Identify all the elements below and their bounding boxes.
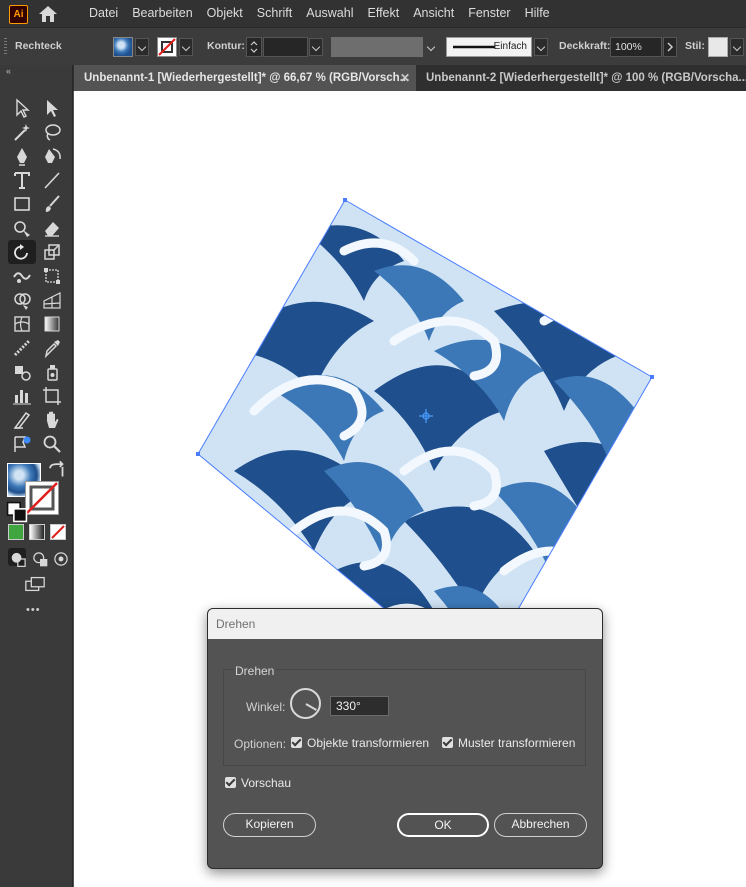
rectangle-tool-icon[interactable]	[11, 193, 33, 215]
scale-tool-icon[interactable]	[41, 241, 63, 263]
stroke-swatch[interactable]	[157, 37, 177, 57]
fill-dropdown[interactable]	[135, 38, 149, 56]
default-fill-stroke-icon[interactable]	[6, 501, 28, 523]
control-bar: Rechteck Kontur: Einfach Deckkraft: 100%…	[0, 27, 746, 67]
perspective-grid-tool-icon[interactable]	[41, 289, 63, 311]
lasso-tool-icon[interactable]	[41, 121, 63, 143]
opacity-input[interactable]: 100%	[610, 37, 662, 57]
close-icon[interactable]: ✕	[400, 65, 410, 91]
none-mode-icon[interactable]	[50, 524, 66, 540]
transform-patterns-checkbox[interactable]	[442, 737, 453, 748]
menu-datei[interactable]: Datei	[82, 0, 125, 27]
stroke-color-swatch[interactable]	[25, 481, 59, 515]
mesh-tool-icon[interactable]	[11, 313, 33, 335]
blend-tool-icon[interactable]	[11, 337, 33, 359]
copy-button[interactable]: Kopieren	[223, 813, 316, 837]
menu-bar: Ai Datei Bearbeiten Objekt Schrift Auswa…	[0, 0, 746, 27]
paintbrush-tool-icon[interactable]	[41, 193, 63, 215]
fill-swatch[interactable]	[113, 37, 133, 57]
style-label: Stil:	[685, 40, 705, 52]
options-label: Optionen:	[234, 737, 287, 751]
tab-document-1-label: Unbenannt-1 [Wiederhergestellt]* @ 66,67…	[84, 72, 410, 84]
tab-document-1[interactable]: Unbenannt-1 [Wiederhergestellt]* @ 66,67…	[74, 65, 416, 91]
puppet-warp-tool-icon[interactable]	[11, 433, 33, 455]
stroke-weight-dropdown[interactable]	[309, 38, 323, 56]
rotate-tool-icon[interactable]	[8, 240, 36, 264]
home-icon[interactable]	[38, 5, 58, 23]
transform-objects-label[interactable]: Objekte transformieren	[307, 736, 429, 750]
gradient-tool-icon[interactable]	[41, 313, 63, 335]
color-mode-icon[interactable]	[8, 524, 24, 540]
selection-tool-icon[interactable]	[11, 97, 33, 119]
preview-label[interactable]: Vorschau	[241, 776, 291, 790]
direct-selection-tool-icon[interactable]	[41, 97, 63, 119]
rotate-group-box	[223, 669, 586, 766]
edit-toolbar-button[interactable]: •••	[26, 604, 41, 616]
variable-width-dropdown[interactable]	[424, 38, 438, 56]
menu-ansicht[interactable]: Ansicht	[406, 0, 461, 27]
symbol-sprayer-icon[interactable]	[41, 361, 63, 383]
draw-normal-icon[interactable]	[8, 548, 26, 567]
app-logo: Ai	[9, 5, 28, 24]
menu-auswahl[interactable]: Auswahl	[299, 0, 360, 27]
transform-patterns-label[interactable]: Muster transformieren	[458, 736, 575, 750]
rotate-dialog: Drehen Drehen Winkel: 330° Optionen: Obj…	[207, 608, 603, 869]
menu-bearbeiten[interactable]: Bearbeiten	[125, 0, 199, 27]
brush-style-label: Einfach	[493, 41, 527, 52]
type-tool-icon[interactable]	[11, 169, 33, 191]
transform-objects-checkbox[interactable]	[291, 737, 302, 748]
rotate-group-label: Drehen	[233, 664, 277, 678]
zoom-tool-icon[interactable]	[41, 433, 63, 455]
stroke-weight-stepper[interactable]	[246, 37, 262, 57]
main-menu: Datei Bearbeiten Objekt Schrift Auswahl …	[82, 0, 557, 27]
angle-input[interactable]: 330°	[330, 696, 389, 716]
angle-dial[interactable]	[290, 688, 321, 719]
pen-tool-icon[interactable]	[11, 145, 33, 167]
graphic-style-dropdown[interactable]	[730, 38, 744, 56]
tab-document-2[interactable]: Unbenannt-2 [Wiederhergestellt]* @ 100 %…	[416, 65, 746, 91]
preview-checkbox[interactable]	[225, 777, 236, 788]
artboard-tool-icon[interactable]	[41, 385, 63, 407]
variable-width-profile[interactable]	[331, 37, 423, 57]
stroke-label: Kontur:	[207, 40, 245, 52]
menu-fenster[interactable]: Fenster	[461, 0, 517, 27]
gradient-mode-icon[interactable]	[29, 524, 45, 540]
object-type-label: Rechteck	[15, 40, 62, 52]
eraser-tool-icon[interactable]	[41, 217, 63, 239]
swap-fill-stroke-icon[interactable]	[46, 460, 64, 477]
collapse-panel-icon[interactable]: «	[6, 66, 11, 76]
tab-document-2-label: Unbenannt-2 [Wiederhergestellt]* @ 100 %…	[426, 72, 746, 84]
eyedropper-tool-icon[interactable]	[41, 337, 63, 359]
shaper-tool-icon[interactable]	[11, 217, 33, 239]
shape-builder-tool-icon[interactable]	[11, 289, 33, 311]
draw-inside-icon[interactable]	[50, 548, 68, 566]
curvature-tool-icon[interactable]	[41, 145, 63, 167]
control-bar-grip[interactable]	[4, 38, 7, 56]
hand-tool-icon[interactable]	[41, 409, 63, 431]
free-transform-tool-icon[interactable]	[41, 265, 63, 287]
brush-dropdown[interactable]	[534, 38, 548, 56]
stroke-weight-input[interactable]	[263, 37, 308, 57]
stroke-dropdown[interactable]	[179, 38, 193, 56]
cancel-button[interactable]: Abbrechen	[494, 813, 587, 837]
menu-effekt[interactable]: Effekt	[360, 0, 406, 27]
ok-button[interactable]: OK	[397, 813, 489, 837]
menu-hilfe[interactable]: Hilfe	[518, 0, 557, 27]
live-paint-bucket-icon[interactable]	[11, 361, 33, 383]
screen-mode-icon[interactable]	[24, 573, 48, 592]
opacity-arrow[interactable]	[663, 37, 677, 57]
line-tool-icon[interactable]	[41, 169, 63, 191]
column-graph-tool-icon[interactable]	[11, 385, 33, 407]
angle-label: Winkel:	[246, 700, 286, 714]
dialog-title: Drehen	[208, 609, 602, 639]
magic-wand-tool-icon[interactable]	[11, 121, 33, 143]
brush-definition[interactable]: Einfach	[446, 37, 532, 57]
graphic-style-swatch[interactable]	[708, 37, 728, 57]
menu-schrift[interactable]: Schrift	[250, 0, 299, 27]
menu-objekt[interactable]: Objekt	[200, 0, 250, 27]
warp-tool-icon[interactable]	[11, 265, 33, 287]
opacity-label: Deckkraft:	[559, 40, 611, 52]
slice-tool-icon[interactable]	[11, 409, 33, 431]
draw-behind-icon[interactable]	[29, 548, 48, 567]
